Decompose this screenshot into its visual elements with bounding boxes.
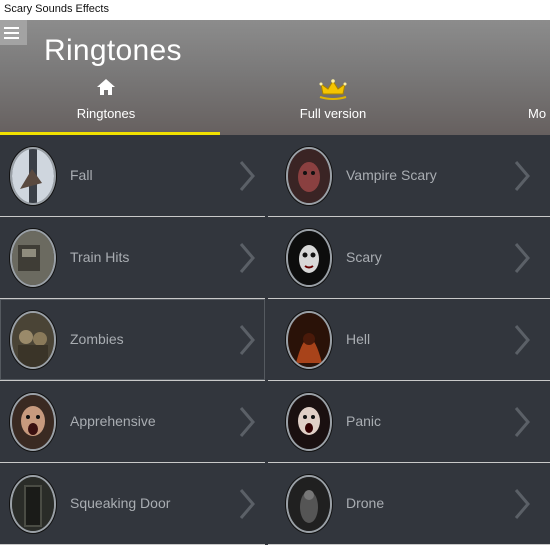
item-label: Vampire Scary [346,167,437,183]
list-item[interactable]: Hell [268,299,550,381]
chevron-right-icon [514,489,530,519]
item-label: Scary [346,249,382,265]
list-item[interactable]: Scary [268,217,550,299]
list-item[interactable]: Zombies [0,299,265,381]
item-label: Drone [346,495,385,511]
app-header: Ringtones Ringtones Full version Mo [0,20,550,135]
scary-face-thumbnail-icon [286,229,332,287]
list-item[interactable]: Apprehensive [0,381,265,463]
tab-ringtones[interactable]: Ringtones [0,78,212,135]
list-item[interactable]: Vampire Scary [268,135,550,217]
item-label: Zombies [70,331,124,347]
item-label: Train Hits [70,249,130,265]
item-label: Fall [70,167,93,183]
hamburger-menu-button[interactable] [0,20,27,45]
chevron-right-icon [514,325,530,355]
train-thumbnail-icon [10,229,56,287]
chevron-right-icon [239,407,255,437]
item-label: Hell [346,331,371,347]
home-icon [97,79,115,95]
chevron-right-icon [239,243,255,273]
fall-thumbnail-icon [10,147,56,205]
door-thumbnail-icon [10,475,56,533]
hell-thumbnail-icon [286,311,332,369]
chevron-right-icon [239,325,255,355]
list-item[interactable]: Panic [268,381,550,463]
tab-more[interactable]: Mo [520,78,550,135]
chevron-right-icon [239,489,255,519]
tab-label: Full version [299,106,367,121]
chevron-right-icon [514,407,530,437]
window-title: Scary Sounds Effects [4,3,109,15]
vampire-thumbnail-icon [286,147,332,205]
drone-thumbnail-icon [286,475,332,533]
page-title: Ringtones [44,34,182,67]
ringtone-list: Fall Vampire Scary Train Hits Scary Zomb… [0,135,550,545]
crown-icon [319,79,347,100]
item-label: Panic [346,413,382,429]
tab-label: Mo [528,106,547,121]
item-label: Squeaking Door [70,495,171,511]
chevron-right-icon [239,161,255,191]
tab-label: Ringtones [76,106,136,121]
list-item[interactable]: Train Hits [0,217,265,299]
zombies-thumbnail-icon [10,311,56,369]
chevron-right-icon [514,161,530,191]
item-label: Apprehensive [70,413,156,429]
panic-thumbnail-icon [286,393,332,451]
window-titlebar: Scary Sounds Effects [0,0,550,20]
apprehensive-thumbnail-icon [10,393,56,451]
tab-full-version[interactable]: Full version [238,78,428,135]
chevron-right-icon [514,243,530,273]
list-item[interactable]: Fall [0,135,265,217]
